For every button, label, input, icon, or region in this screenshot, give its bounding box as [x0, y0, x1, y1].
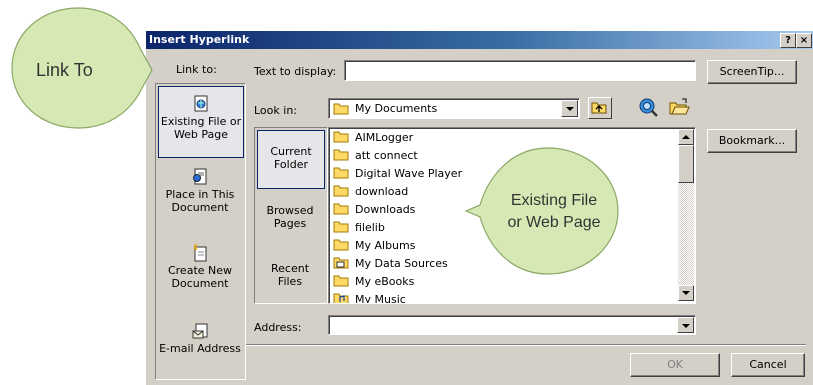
- existing-file-callout-line2: or Web Page: [507, 214, 601, 231]
- callout-layer: [11, 7, 619, 275]
- existing-file-callout-line1: Existing File: [510, 192, 598, 209]
- existing-file-callout-text: Existing File or Web Page: [499, 190, 609, 234]
- link-to-callout-text: Link To: [36, 60, 93, 80]
